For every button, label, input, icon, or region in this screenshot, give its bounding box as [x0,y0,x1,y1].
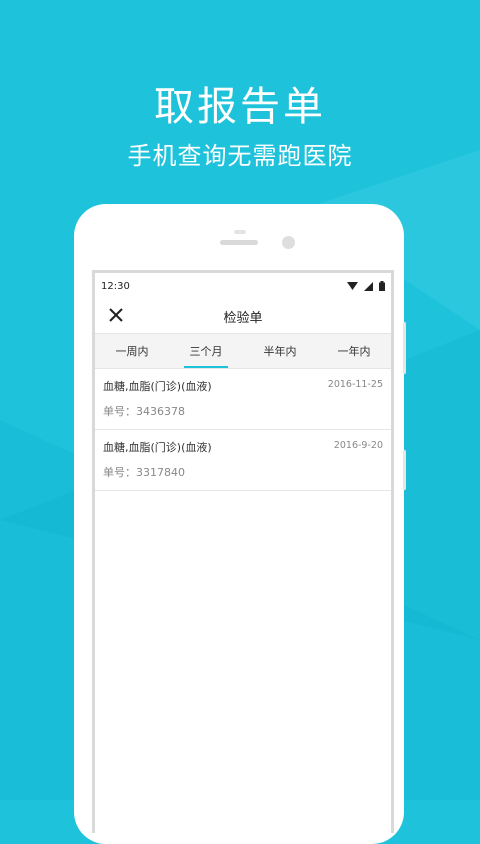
status-bar: 12:30 [95,273,391,299]
status-time: 12:30 [101,280,130,292]
wifi-icon [347,282,358,290]
list-item[interactable]: 血糖,血脂(门诊)(血液) 单号：3317840 2016-9-20 [95,430,391,491]
record-date: 2016-11-25 [327,379,383,390]
battery-icon [379,281,385,291]
phone-speaker [220,240,258,245]
tab-one-week[interactable]: 一周内 [95,334,169,368]
period-tabs: 一周内 三个月 半年内 一年内 [95,333,391,369]
phone-side-button [403,322,406,374]
phone-sensor [234,230,246,234]
close-button[interactable] [105,304,127,326]
promo-title: 取报告单 [154,84,326,130]
phone-camera [282,236,295,249]
record-number: 单号：3317840 [103,466,185,479]
tab-half-year[interactable]: 半年内 [243,334,317,368]
signal-icon [364,281,373,291]
record-number: 单号：3436378 [103,405,185,418]
close-icon [109,308,123,322]
tab-three-months[interactable]: 三个月 [169,334,243,368]
app-bar: 检验单 [95,299,391,333]
list-item[interactable]: 血糖,血脂(门诊)(血液) 单号：3436378 2016-11-25 [95,369,391,430]
promo-subtitle: 手机查询无需跑医院 [127,142,353,170]
record-date: 2016-9-20 [333,440,383,451]
tab-one-year[interactable]: 一年内 [317,334,391,368]
phone-side-button [403,450,406,490]
phone-screen: 12:30 检验单 一周内 三个月 半年内 一年内 血糖,血脂(门诊)(血液) … [92,270,394,833]
phone-mockup: 12:30 检验单 一周内 三个月 半年内 一年内 血糖,血脂(门诊)(血液) … [74,204,406,844]
page-title: 检验单 [223,310,263,326]
